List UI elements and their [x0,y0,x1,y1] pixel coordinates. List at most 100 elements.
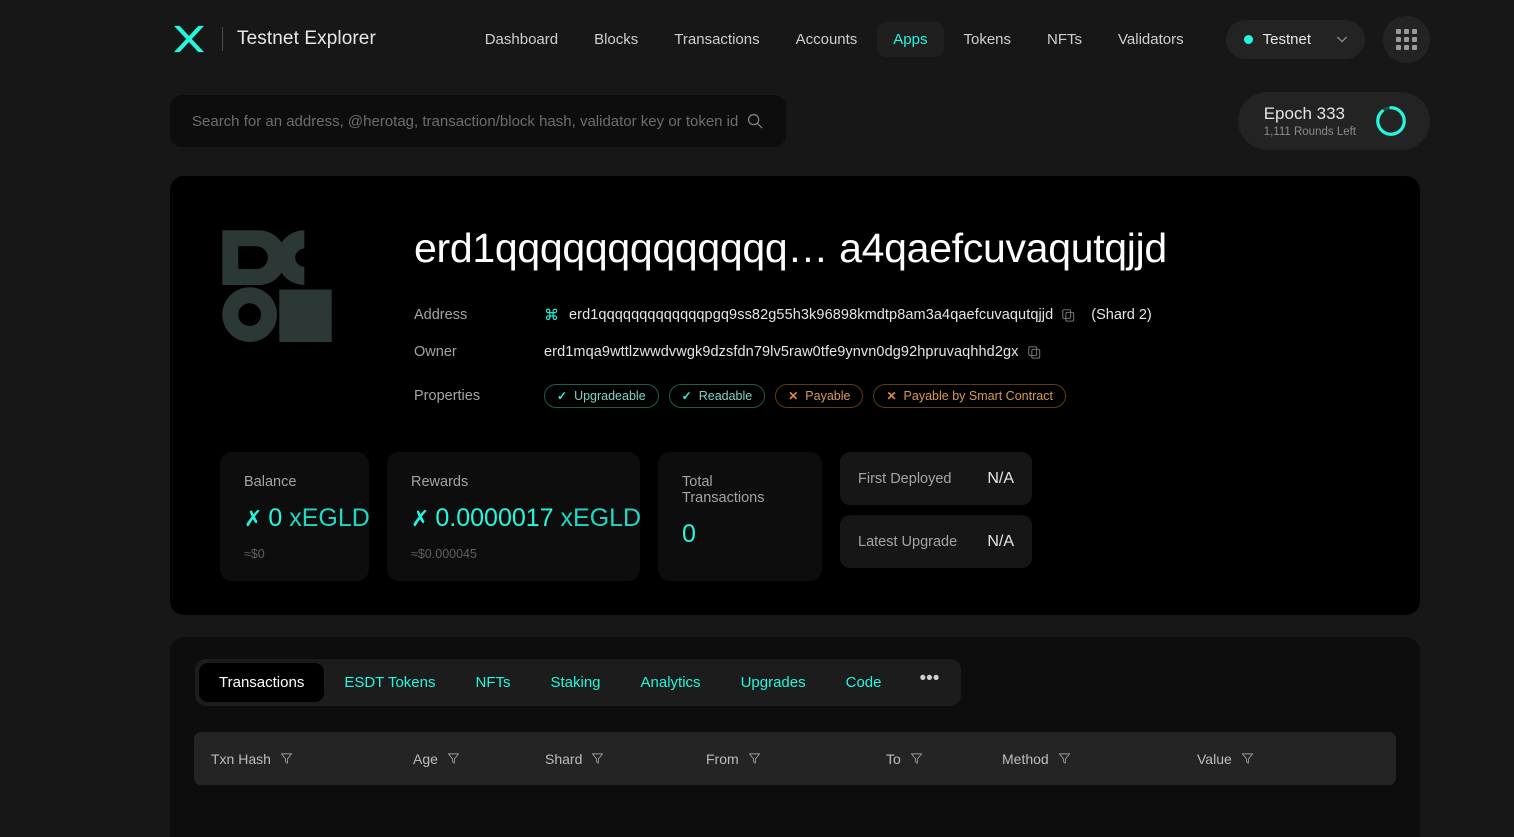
network-label: Testnet [1263,31,1311,48]
nav-item-transactions[interactable]: Transactions [658,22,775,57]
network-selector[interactable]: Testnet [1226,20,1365,59]
epoch-title: Epoch 333 [1264,104,1356,124]
page-title: erd1qqqqqqqqqqqqq… a4qaefcuvaqutqjjd [414,222,1394,274]
transactions-panel: Transactions ESDT Tokens NFTs Staking An… [170,637,1420,837]
badge-readable: ✓ Readable [669,384,766,408]
nav-item-validators[interactable]: Validators [1102,22,1200,57]
balance-amount: 0 [268,504,282,532]
nav-item-nfts[interactable]: NFTs [1031,22,1098,57]
filter-icon[interactable] [748,752,761,765]
address-value-group: ⌘ erd1qqqqqqqqqqqqqpgq9ss82g55h3k96898km… [544,306,1152,324]
column-label: Value [1197,751,1232,767]
tab-esdt-tokens[interactable]: ESDT Tokens [324,663,455,702]
column-header-method: Method [1002,751,1197,767]
search-placeholder: Search for an address, @herotag, transac… [192,113,746,130]
column-label: From [706,751,739,767]
rewards-amount: 0.0000017 [435,504,553,532]
stat-card-rewards: Rewards ✗ 0.0000017 xEGLD ≈$0.000045 [387,452,640,581]
owner-label: Owner [414,344,544,360]
account-detail-card: erd1qqqqqqqqqqqqq… a4qaefcuvaqutqjjd Add… [170,176,1420,615]
tab-transactions[interactable]: Transactions [199,663,324,702]
badge-label: Payable [805,389,850,403]
badge-label: Payable by Smart Contract [904,389,1053,403]
column-header-txn-hash: Txn Hash [194,751,413,767]
check-icon: ✓ [682,389,692,403]
properties-label: Properties [414,388,544,404]
address-row: Address ⌘ erd1qqqqqqqqqqqqqpgq9ss82g55h3… [414,296,1394,333]
column-label: Age [413,751,438,767]
column-label: Method [1002,751,1049,767]
rewards-usd: ≈$0.000045 [411,547,616,561]
tab-staking[interactable]: Staking [530,663,620,702]
tab-analytics[interactable]: Analytics [621,663,721,702]
address-label: Address [414,307,544,323]
tab-code[interactable]: Code [826,663,902,702]
badge-payable: ✕ Payable [775,384,863,408]
column-label: To [886,751,901,767]
nav-item-blocks[interactable]: Blocks [578,22,654,57]
nav-item-tokens[interactable]: Tokens [948,22,1028,57]
search-icon[interactable] [746,112,764,130]
epoch-widget[interactable]: Epoch 333 1,111 Rounds Left [1238,92,1430,150]
owner-row: Owner erd1mqa9wttlzwwdvwgk9dzsfdn79lv5ra… [414,333,1394,370]
latest-upgrade-value: N/A [987,533,1014,551]
balance-value: ✗ 0 xEGLD [244,504,345,533]
egld-glyph-icon: ✗ [244,506,261,531]
top-navbar: Testnet Explorer Dashboard Blocks Transa… [0,0,1514,78]
column-header-to: To [886,751,1002,767]
first-deployed-value: N/A [987,470,1014,488]
epoch-text: Epoch 333 1,111 Rounds Left [1264,104,1356,138]
filter-icon[interactable] [1058,752,1071,765]
owner-value-group: erd1mqa9wttlzwwdvwgk9dzsfdn79lv5raw0tfe9… [544,344,1041,360]
balance-label: Balance [244,474,345,490]
column-label: Shard [545,751,582,767]
filter-icon[interactable] [910,752,923,765]
copy-icon[interactable] [1061,308,1075,322]
transactions-table-header: Txn Hash Age Shard From [194,732,1396,785]
balance-usd: ≈$0 [244,547,345,561]
brand-divider [222,27,223,51]
contract-identicon-icon [220,228,334,342]
badge-label: Readable [699,389,753,403]
cross-icon: ✕ [886,389,896,403]
smart-contract-icon: ⌘ [544,306,559,324]
stat-card-latest-upgrade: Latest Upgrade N/A [840,515,1032,568]
properties-row: Properties ✓ Upgradeable ✓ Readable [414,377,1394,414]
deployment-info: First Deployed N/A Latest Upgrade N/A [840,452,1032,581]
badge-payable-by-smart-contract: ✕ Payable by Smart Contract [873,384,1065,408]
column-label: Txn Hash [211,751,271,767]
filter-icon[interactable] [1241,752,1254,765]
chevron-down-icon [1335,32,1349,46]
page-root: Testnet Explorer Dashboard Blocks Transa… [0,0,1514,837]
stats-row: Balance ✗ 0 xEGLD ≈$0 Rewards ✗ 0.000001… [170,452,1420,581]
nav-item-apps[interactable]: Apps [877,22,943,57]
badge-upgradeable: ✓ Upgradeable [544,384,659,408]
rewards-unit: xEGLD [561,504,642,532]
apps-launcher-button[interactable] [1383,16,1430,63]
account-header: erd1qqqqqqqqqqqqq… a4qaefcuvaqutqjjd Add… [170,222,1420,414]
check-icon: ✓ [557,389,567,403]
copy-icon[interactable] [1027,345,1041,359]
egld-glyph-icon: ✗ [411,506,428,531]
filter-icon[interactable] [591,752,604,765]
column-header-from: From [706,751,886,767]
tab-overflow-menu-button[interactable]: ••• [901,668,957,697]
filter-icon[interactable] [280,752,293,765]
shard-label[interactable]: (Shard 2) [1091,307,1151,323]
search-input[interactable]: Search for an address, @herotag, transac… [170,95,786,147]
account-info: erd1qqqqqqqqqqqqq… a4qaefcuvaqutqjjd Add… [334,222,1394,414]
stat-card-first-deployed: First Deployed N/A [840,452,1032,505]
first-deployed-label: First Deployed [858,471,951,487]
grid-icon [1396,29,1417,50]
tab-nfts[interactable]: NFTs [455,663,530,702]
filter-icon[interactable] [447,752,460,765]
total-transactions-value: 0 [682,520,798,549]
stat-card-total-transactions: Total Transactions 0 [658,452,822,581]
nav-item-dashboard[interactable]: Dashboard [469,22,574,57]
owner-value[interactable]: erd1mqa9wttlzwwdvwgk9dzsfdn79lv5raw0tfe9… [544,344,1019,360]
network-status-dot [1244,35,1253,44]
epoch-progress-ring-icon [1374,104,1408,138]
brand[interactable]: Testnet Explorer [170,24,376,54]
tab-upgrades[interactable]: Upgrades [721,663,826,702]
nav-item-accounts[interactable]: Accounts [780,22,874,57]
